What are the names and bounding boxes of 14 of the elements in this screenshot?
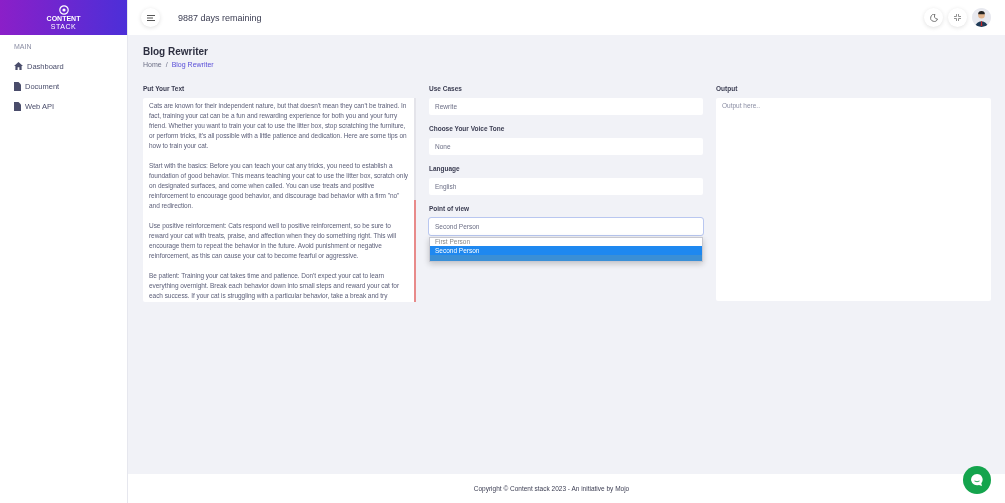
logo-icon <box>58 4 69 15</box>
days-remaining: 9887 days remaining <box>178 12 263 23</box>
chat-button[interactable] <box>963 466 991 494</box>
scrollbar-thumb[interactable] <box>414 200 416 302</box>
moon-icon <box>929 13 938 22</box>
collapse-icon <box>954 14 961 21</box>
chat-bubble-icon <box>970 473 984 487</box>
dark-mode-button[interactable] <box>924 8 943 27</box>
text-input-area[interactable] <box>143 98 416 302</box>
fullscreen-button[interactable] <box>948 8 967 27</box>
page-title: Blog Rewriter <box>143 46 209 57</box>
menu-icon <box>146 14 155 21</box>
menu-button[interactable] <box>141 8 160 27</box>
home-icon <box>14 62 23 70</box>
